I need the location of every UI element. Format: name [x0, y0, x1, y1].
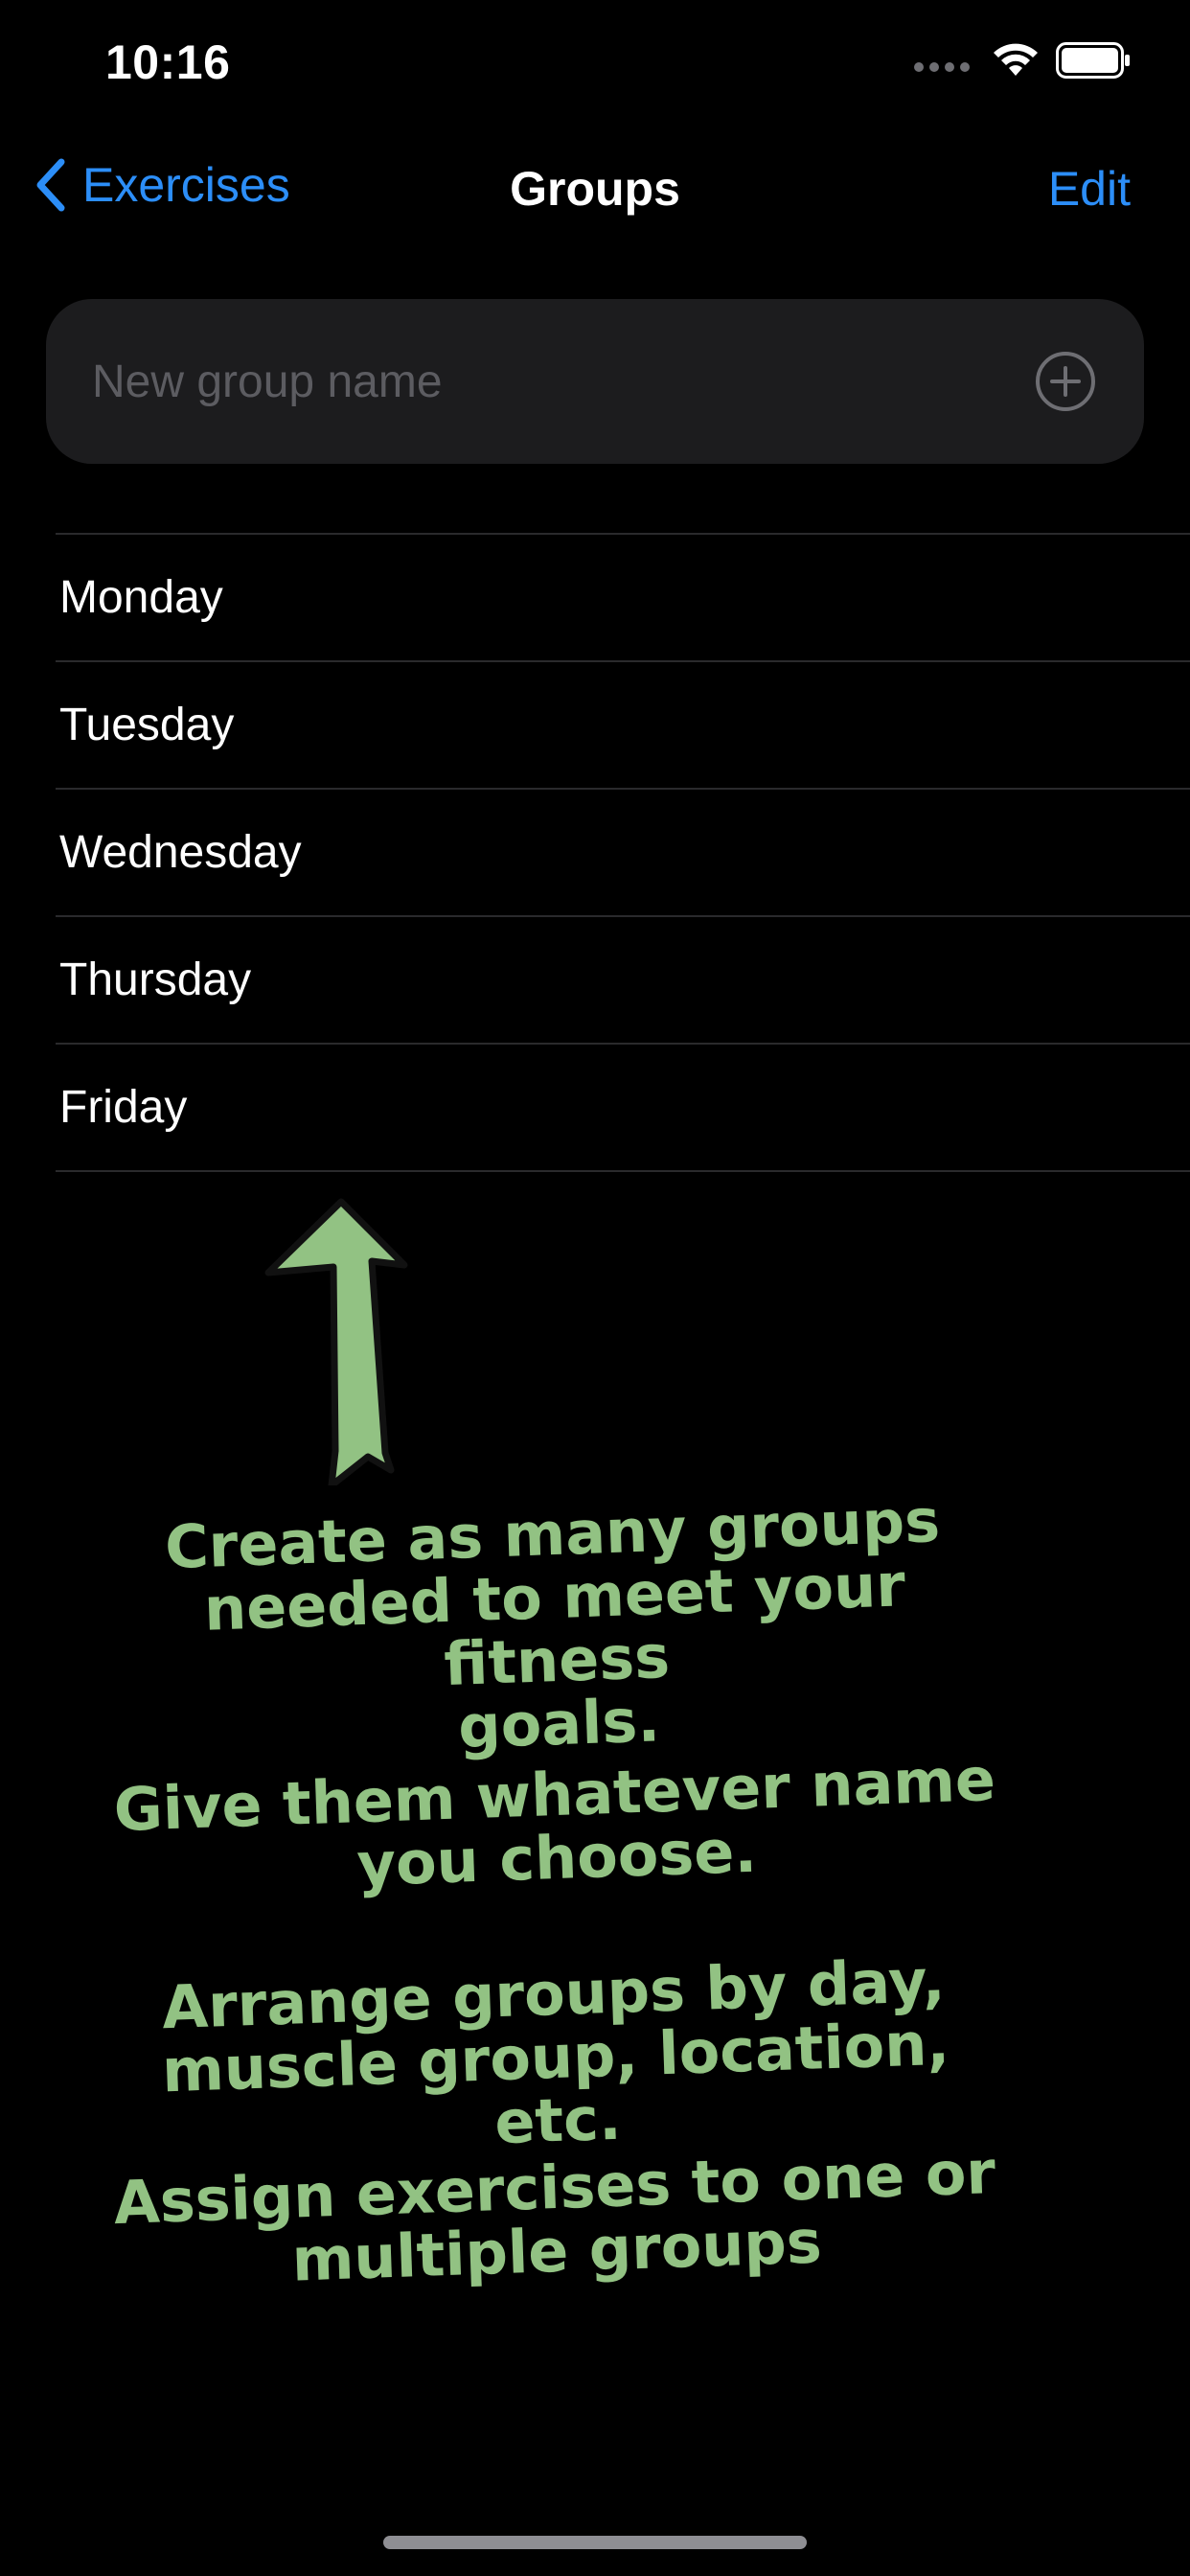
group-row-monday[interactable]: Monday — [56, 533, 1190, 660]
group-row-label: Thursday — [59, 954, 252, 1005]
up-arrow-icon — [264, 1198, 408, 1485]
callout-assign-exercises: Assign exercises to one or multiple grou… — [94, 2137, 1018, 2298]
callout-create-groups: Create as many groups needed to meet you… — [92, 1484, 1020, 1771]
group-row-label: Wednesday — [59, 827, 302, 878]
group-row-friday[interactable]: Friday — [56, 1043, 1190, 1172]
callout-text: Arrange groups by day, muscle group, loc… — [160, 1944, 951, 2158]
group-row-tuesday[interactable]: Tuesday — [56, 660, 1190, 788]
plus-circle-icon — [1036, 352, 1095, 411]
home-indicator[interactable] — [383, 2536, 807, 2549]
navigation-bar: Exercises Groups Edit — [0, 144, 1190, 240]
battery-icon — [1056, 42, 1130, 79]
status-time: 10:16 — [105, 35, 231, 89]
status-bar: 10:16 — [0, 0, 1190, 125]
edit-button[interactable]: Edit — [1048, 161, 1131, 217]
group-row-label: Friday — [59, 1082, 188, 1133]
callout-name-groups: Give them whatever name you choose. — [94, 1743, 1018, 1905]
callout-text: Give them whatever name you choose. — [112, 1743, 997, 1900]
new-group-field — [46, 299, 1144, 464]
callout-arrange-groups: Arrange groups by day, muscle group, loc… — [93, 1944, 1018, 2168]
group-row-wednesday[interactable]: Wednesday — [56, 788, 1190, 915]
wifi-icon — [994, 43, 1038, 76]
page-title: Groups — [510, 162, 680, 216]
add-group-button[interactable] — [1035, 351, 1096, 412]
group-row-label: Tuesday — [59, 700, 235, 750]
callout-text: Create as many groups needed to meet you… — [163, 1484, 942, 1762]
group-row-thursday[interactable]: Thursday — [56, 915, 1190, 1043]
group-list: Monday Tuesday Wednesday Thursday Friday — [0, 533, 1190, 1172]
new-group-input[interactable] — [92, 299, 993, 464]
status-icons — [914, 42, 1131, 79]
signal-icon — [914, 62, 970, 72]
group-row-label: Monday — [59, 572, 223, 623]
